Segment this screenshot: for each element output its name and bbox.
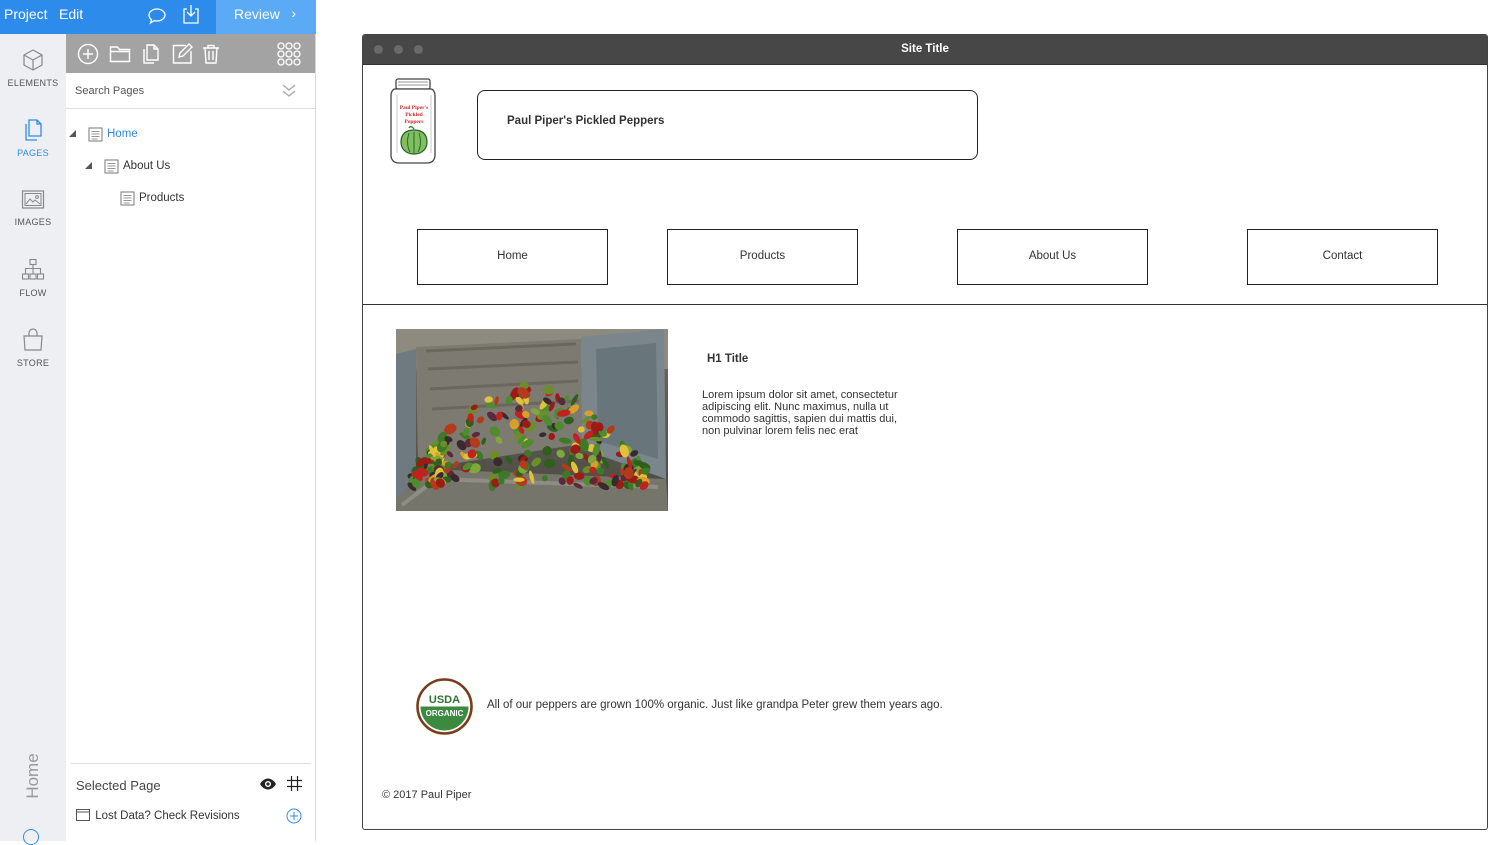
current-page-indicator: Home [18,746,48,806]
export-icon[interactable] [181,3,201,25]
brand-name: Paul Piper's Pickled Peppers [507,115,665,127]
page-tree-label: About Us [123,160,171,172]
page-icon [88,127,103,142]
eye-icon[interactable] [259,777,277,791]
grid-menu-icon[interactable] [276,41,302,67]
delete-icon[interactable] [200,43,222,65]
site-title: Site Title [901,43,949,55]
edit-menu[interactable]: Edit [59,6,83,22]
page-tree-label: Products [139,192,185,204]
rail-label-flow: FLOW [19,288,47,298]
seal-organic-text: ORGANIC [426,709,464,718]
selected-page-heading: Selected Page [76,778,161,793]
flow-icon [21,258,45,280]
bag-icon [23,328,43,351]
nav-about-us-button[interactable]: About Us [957,229,1148,285]
left-rail: ELEMENTS PAGES IMAGES FLOW STORE Home [0,34,66,845]
pages-toolbar [66,34,315,73]
add-icon[interactable] [23,829,39,845]
nav-contact-button[interactable]: Contact [1247,229,1438,285]
image-icon [21,190,45,209]
rail-item-images[interactable]: IMAGES [0,189,66,227]
review-button[interactable]: Review › [216,0,316,34]
expand-triangle-icon[interactable] [85,162,92,169]
add-folder-icon[interactable] [109,43,131,65]
rail-label-images: IMAGES [14,217,52,227]
pages-panel: Home About Us Products Selected Page [66,34,316,841]
header-divider [363,304,1487,305]
rail-label-elements: ELEMENTS [7,78,59,88]
jar-label-line: Pickled [405,112,422,118]
body-paragraph[interactable]: Lorem ipsum dolor sit amet, consectetur … [702,389,902,437]
review-label: Review [234,6,280,22]
project-menu[interactable]: Project [4,6,48,22]
peppers-crate-image[interactable] [396,329,668,511]
h1-title[interactable]: H1 Title [707,353,748,365]
selected-page-section: Selected Page Lost Data? Check Revisions [71,763,311,841]
cube-icon [23,49,43,71]
rail-item-flow[interactable]: FLOW [0,258,66,298]
jar-label-line: Paul Piper's [400,105,429,111]
rail-label-pages: PAGES [17,148,49,158]
browser-title-bar: Site Title [363,35,1487,65]
nav-products-button[interactable]: Products [667,229,858,285]
seal-usda-text: USDA [429,694,460,706]
rail-item-store[interactable]: STORE [0,328,66,368]
collapse-all-icon[interactable] [281,82,297,98]
page-tree-item-home[interactable]: Home [69,127,269,145]
nav-home-button[interactable]: Home [417,229,608,285]
page-search [66,73,315,109]
brand-header-box[interactable]: Paul Piper's Pickled Peppers [477,90,978,160]
page-tree-item-about-us[interactable]: About Us [85,159,285,177]
pepper-jar-logo[interactable]: Paul Piper's Pickled Peppers [387,77,441,165]
search-pages-input[interactable] [75,85,275,97]
add-circle-icon[interactable] [286,808,302,824]
page-tree-label: Home [107,128,138,140]
current-page-label: Home [23,753,42,799]
chevron-right-icon: › [291,5,296,21]
edit-icon[interactable] [171,43,193,65]
add-page-icon[interactable] [77,43,99,65]
pages-icon [25,119,42,141]
jar-label-line: Peppers [405,119,424,125]
page-tree-item-products[interactable]: Products [119,191,299,209]
window-icon [76,809,90,821]
duplicate-icon[interactable] [140,43,162,65]
usda-organic-seal[interactable]: USDA ORGANIC [416,678,473,735]
organic-note[interactable]: All of our peppers are grown 100% organi… [487,699,943,711]
rail-item-pages[interactable]: PAGES [0,118,66,158]
grid-icon[interactable] [287,776,302,791]
top-menu-bar: Project Edit Review › [0,0,316,34]
rail-item-elements[interactable]: ELEMENTS [0,48,66,88]
site-canvas: Site Title Paul Piper's Pickled Peppers … [362,34,1488,830]
pepper-shape [513,477,525,482]
page-icon [104,159,119,174]
copyright-text[interactable]: © 2017 Paul Piper [382,789,471,801]
rail-label-store: STORE [16,358,50,368]
check-revisions-link[interactable]: Lost Data? Check Revisions [76,809,240,822]
page-icon [120,191,135,206]
comment-icon[interactable] [147,6,167,26]
expand-triangle-icon[interactable] [69,130,76,137]
revisions-label: Lost Data? Check Revisions [95,810,240,822]
